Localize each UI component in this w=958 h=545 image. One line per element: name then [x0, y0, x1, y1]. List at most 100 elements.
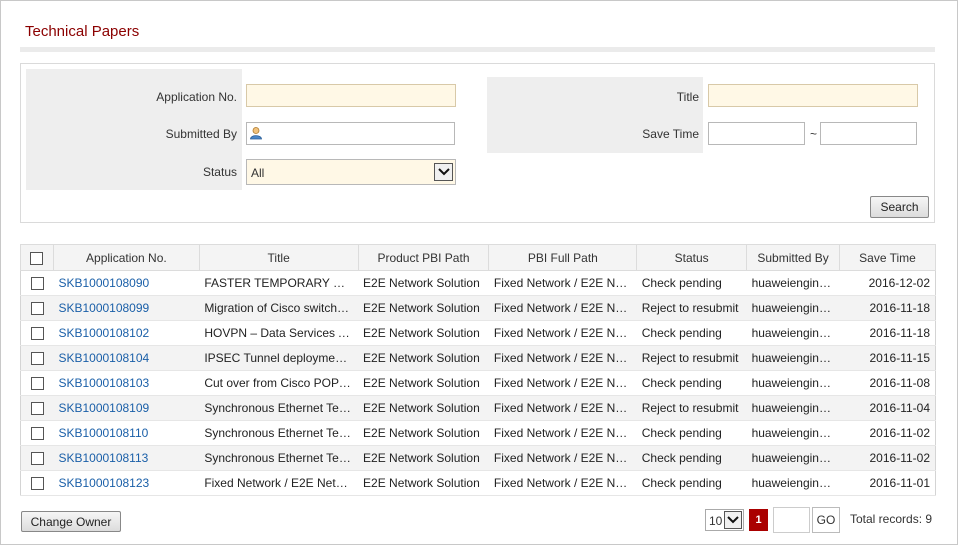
save-time-from-input[interactable] [708, 122, 805, 145]
title-cell: HOVPN – Data Services A… [199, 320, 359, 346]
application-no-link[interactable]: SKB1000108110 [53, 420, 200, 446]
product-pbi-path-cell: E2E Network Solution [358, 270, 489, 296]
column-header[interactable]: Status [636, 244, 748, 271]
change-owner-button[interactable]: Change Owner [21, 511, 121, 532]
page-size-select[interactable]: 10 [705, 509, 744, 531]
search-button[interactable]: Search [870, 196, 929, 218]
status-cell: Check pending [636, 420, 747, 446]
column-header[interactable]: Title [198, 244, 359, 271]
table-row[interactable]: SKB1000108123 Fixed Network / E2E Net… E… [20, 470, 936, 496]
application-no-link[interactable]: SKB1000108103 [53, 370, 200, 396]
row-checkbox[interactable] [30, 277, 44, 291]
user-picker-icon[interactable] [249, 126, 263, 140]
row-checkbox[interactable] [30, 402, 44, 416]
submitted-by-cell: huaweiengin… [746, 295, 840, 321]
title-cell: Synchronous Ethernet Tec… [199, 420, 359, 446]
save-time-to-input[interactable] [820, 122, 917, 145]
save-time-cell: 2016-11-18 [839, 295, 936, 321]
column-header[interactable]: Save Time [839, 244, 936, 271]
submitted-by-cell: huaweiengin… [746, 395, 840, 421]
table-row[interactable]: SKB1000108102 HOVPN – Data Services A… E… [20, 320, 936, 346]
product-pbi-path-cell: E2E Network Solution [358, 395, 489, 421]
product-pbi-path-cell: E2E Network Solution [358, 445, 489, 471]
status-cell: Check pending [636, 470, 747, 496]
status-cell: Check pending [636, 370, 747, 396]
title-label: Title [676, 90, 699, 104]
submitted-by-input[interactable] [246, 122, 455, 145]
product-pbi-path-cell: E2E Network Solution [358, 320, 489, 346]
save-time-label: Save Time [642, 127, 699, 141]
column-header[interactable]: Submitted By [746, 244, 841, 271]
results-table: Application No. Title Product PBI Path P… [20, 244, 936, 496]
page-number-input[interactable] [773, 507, 810, 533]
save-time-cell: 2016-11-02 [839, 445, 936, 471]
row-select-cell [20, 445, 54, 471]
row-checkbox[interactable] [30, 477, 44, 491]
application-no-link[interactable]: SKB1000108113 [53, 445, 200, 471]
row-select-cell [20, 270, 54, 296]
table-header-row: Application No. Title Product PBI Path P… [20, 244, 936, 271]
save-time-cell: 2016-11-08 [839, 370, 936, 396]
row-checkbox[interactable] [30, 352, 44, 366]
submitted-by-cell: huaweiengin… [746, 370, 840, 396]
title-cell: IPSEC Tunnel deployment… [199, 345, 359, 371]
row-select-cell [20, 345, 54, 371]
table-row[interactable]: SKB1000108113 Synchronous Ethernet Tec… … [20, 445, 936, 471]
application-no-link[interactable]: SKB1000108090 [53, 270, 200, 296]
chevron-down-icon[interactable] [724, 511, 742, 529]
table-row[interactable]: SKB1000108103 Cut over from Cisco POP t…… [20, 370, 936, 396]
save-time-cell: 2016-11-15 [839, 345, 936, 371]
select-all-checkbox[interactable] [30, 251, 44, 265]
current-page-button[interactable]: 1 [749, 509, 768, 531]
product-pbi-path-cell: E2E Network Solution [358, 470, 489, 496]
save-time-cell: 2016-11-04 [839, 395, 936, 421]
row-select-cell [20, 295, 54, 321]
title-cell: Fixed Network / E2E Net… [199, 470, 359, 496]
pbi-full-path-cell: Fixed Network / E2E Ne… [488, 395, 637, 421]
submitted-by-cell: huaweiengin… [746, 470, 840, 496]
status-cell: Check pending [636, 320, 747, 346]
row-checkbox[interactable] [30, 327, 44, 341]
application-no-link[interactable]: SKB1000108123 [53, 470, 200, 496]
total-records: Total records: 9 [850, 512, 933, 526]
row-select-cell [20, 420, 54, 446]
column-header[interactable]: Application No. [52, 244, 200, 271]
table-row[interactable]: SKB1000108110 Synchronous Ethernet Tec… … [20, 420, 936, 446]
pbi-full-path-cell: Fixed Network / E2E Ne… [488, 270, 637, 296]
application-no-link[interactable]: SKB1000108102 [53, 320, 200, 346]
row-select-cell [20, 370, 54, 396]
column-header[interactable]: Product PBI Path [357, 244, 490, 271]
submitted-by-label: Submitted By [165, 127, 237, 141]
application-no-link[interactable]: SKB1000108109 [53, 395, 200, 421]
application-no-link[interactable]: SKB1000108099 [53, 295, 200, 321]
application-no-label: Application No. [156, 90, 237, 104]
column-header[interactable]: PBI Full Path [488, 244, 638, 271]
table-row[interactable]: SKB1000108104 IPSEC Tunnel deployment… E… [20, 345, 936, 371]
go-button[interactable]: GO [812, 507, 840, 533]
right-label-column [487, 77, 703, 153]
row-checkbox[interactable] [30, 452, 44, 466]
pbi-full-path-cell: Fixed Network / E2E Ne… [488, 445, 637, 471]
row-checkbox[interactable] [30, 302, 44, 316]
row-checkbox[interactable] [30, 377, 44, 391]
title-input[interactable] [708, 84, 918, 107]
row-select-cell [20, 320, 54, 346]
submitted-by-cell: huaweiengin… [746, 420, 840, 446]
row-checkbox[interactable] [30, 427, 44, 441]
application-no-link[interactable]: SKB1000108104 [53, 345, 200, 371]
table-row[interactable]: SKB1000108090 FASTER TEMPORARY SOL… E2E … [20, 270, 936, 296]
table-row[interactable]: SKB1000108099 Migration of Cisco switch…… [20, 295, 936, 321]
page-title: Technical Papers [25, 23, 140, 40]
status-select[interactable]: All [246, 159, 456, 185]
save-time-cell: 2016-11-02 [839, 420, 936, 446]
page-size-value: 10 [709, 514, 723, 528]
save-time-cell: 2016-11-18 [839, 320, 936, 346]
application-no-input[interactable] [246, 84, 456, 107]
save-time-cell: 2016-11-01 [839, 470, 936, 496]
product-pbi-path-cell: E2E Network Solution [358, 370, 489, 396]
title-divider [20, 47, 935, 52]
status-cell: Reject to resubmit [636, 345, 747, 371]
table-row[interactable]: SKB1000108109 Synchronous Ethernet Tec… … [20, 395, 936, 421]
chevron-down-icon[interactable] [434, 163, 453, 181]
title-cell: Synchronous Ethernet Tec… [199, 395, 359, 421]
